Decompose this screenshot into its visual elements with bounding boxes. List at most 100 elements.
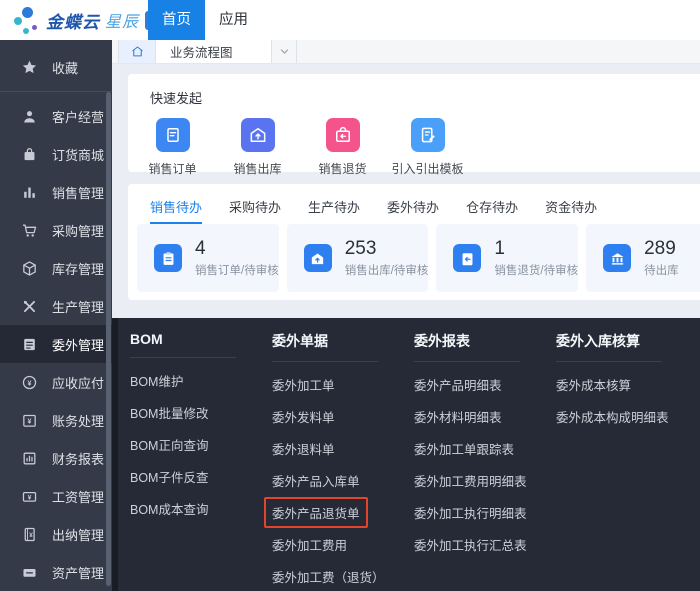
flyout-menu-item[interactable]: 委外产品退货单: [272, 496, 414, 528]
flyout-menu-item[interactable]: 委外材料明细表: [414, 400, 556, 432]
flyout-menu-item[interactable]: 委外加工费用明细表: [414, 464, 556, 496]
tab-business-flow[interactable]: 业务流程图: [156, 40, 272, 63]
todo-tab[interactable]: 仓存待办: [466, 197, 518, 224]
sidebar-scrollbar[interactable]: [106, 92, 111, 586]
sidebar-item[interactable]: ¥ 出纳管理: [0, 515, 112, 553]
sidebar-item[interactable]: 订货商城: [0, 135, 112, 173]
sidebar-divider: [0, 91, 112, 92]
nav-tab-apps[interactable]: 应用: [205, 0, 262, 40]
todo-card-value: 289: [644, 239, 679, 258]
todo-card-text: 1 销售退货/待审核: [494, 239, 578, 278]
tools-icon: [21, 298, 38, 315]
sidebar-item-label: 工资管理: [52, 487, 104, 506]
sidebar-item-label: 出纳管理: [52, 525, 104, 544]
flyout-column-divider: [414, 361, 520, 362]
todo-card[interactable]: 1 销售退货/待审核: [436, 224, 578, 292]
sidebar-item[interactable]: 财务报表: [0, 439, 112, 477]
sidebar-item[interactable]: 库存管理: [0, 249, 112, 287]
yen-circle-icon: ¥: [21, 374, 38, 391]
todo-card-value: 1: [494, 239, 578, 258]
outsource-flyout-menu: BOM BOM维护BOM批量修改BOM正向查询BOM子件反查BOM成本查询委外单…: [112, 318, 700, 591]
flyout-menu-item[interactable]: 委外加工执行明细表: [414, 496, 556, 528]
todo-tab[interactable]: 采购待办: [229, 197, 281, 224]
flyout-menu-item[interactable]: BOM维护: [130, 364, 272, 396]
quick-launch-item[interactable]: 引入引出模板: [385, 118, 470, 177]
sidebar-item[interactable]: 采购管理: [0, 211, 112, 249]
sidebar-item-label: 收藏: [52, 58, 78, 77]
todo-card[interactable]: 253销售出库/待审核: [287, 224, 429, 292]
sidebar-item-label: 采购管理: [52, 221, 104, 240]
sidebar-item-label: 生产管理: [52, 297, 104, 316]
quick-launch-panel: 快速发起 销售订单销售出库销售退货引入引出模板: [128, 74, 700, 172]
quick-launch-label: 引入引出模板: [391, 160, 463, 177]
todo-card[interactable]: 289待出库: [586, 224, 700, 292]
sidebar-item[interactable]: ¥ 工资管理: [0, 477, 112, 515]
flyout-column-divider: [130, 357, 236, 358]
flyout-column: 委外单据 委外加工单委外发料单委外退料单委外产品入库单委外产品退货单委外加工费用…: [272, 331, 414, 591]
sidebar-item[interactable]: 委外管理: [0, 325, 112, 363]
home-button[interactable]: [118, 40, 156, 63]
sidebar-menu: 客户经营订货商城销售管理采购管理库存管理生产管理委外管理 ¥ 应收应付 ¥账务处理财务…: [0, 97, 112, 591]
flyout-menu-item[interactable]: 委外成本核算: [556, 368, 698, 400]
sidebar-item-label: 应收应付: [52, 373, 104, 392]
sidebar-item[interactable]: 客户经营: [0, 97, 112, 135]
flyout-menu-item[interactable]: 委外加工费（退货）: [272, 560, 414, 591]
nav-tab-home[interactable]: 首页: [148, 0, 205, 40]
flyout-menu-item[interactable]: 委外加工单: [272, 368, 414, 400]
flyout-column-title: BOM: [130, 331, 272, 347]
todo-card-value: 4: [195, 239, 279, 258]
svg-text:¥: ¥: [28, 379, 32, 387]
building-icon: [603, 244, 631, 272]
todo-tab[interactable]: 销售待办: [150, 197, 202, 224]
todo-tab[interactable]: 委外待办: [387, 197, 439, 224]
flyout-menu-item[interactable]: 委外加工单跟踪表: [414, 432, 556, 464]
flyout-column-list: BOM维护BOM批量修改BOM正向查询BOM子件反查BOM成本查询: [130, 364, 272, 524]
quick-launch-item[interactable]: 销售退货: [300, 118, 385, 177]
flyout-menu-item[interactable]: BOM批量修改: [130, 396, 272, 428]
sidebar-item[interactable]: 资产管理: [0, 553, 112, 591]
sidebar-item-label: 订货商城: [52, 145, 104, 164]
todo-panel: 销售待办采购待办生产待办委外待办仓存待办资金待办 4 销售订单/待审核 253销售…: [128, 184, 700, 300]
home-icon: [130, 44, 145, 59]
flyout-menu-item[interactable]: BOM子件反查: [130, 460, 272, 492]
outsource-doc-icon: [21, 336, 38, 353]
svg-text:¥: ¥: [29, 531, 33, 538]
todo-card[interactable]: 4 销售订单/待审核: [137, 224, 279, 292]
nav-tabs: 首页应用: [148, 0, 262, 40]
sidebar-item[interactable]: 生产管理: [0, 287, 112, 325]
todo-tab[interactable]: 资金待办: [545, 197, 597, 224]
quick-launch-item[interactable]: 销售出库: [215, 118, 300, 177]
todo-tab[interactable]: 生产待办: [308, 197, 360, 224]
flyout-menu-item[interactable]: BOM成本查询: [130, 492, 272, 524]
todo-card-label: 销售订单/待审核: [195, 262, 279, 278]
flyout-column-title: 委外单据: [272, 331, 414, 351]
sidebar-item-label: 销售管理: [52, 183, 104, 202]
house-up-icon: [304, 244, 332, 272]
sidebar-item-label: 库存管理: [52, 259, 104, 278]
bar-chart-icon: [21, 184, 38, 201]
chevron-down-icon: [277, 44, 292, 59]
quick-launch-label: 销售出库: [233, 160, 281, 177]
flyout-column-divider: [556, 361, 662, 362]
flyout-menu-item[interactable]: 委外成本构成明细表: [556, 400, 698, 432]
flyout-menu-item[interactable]: 委外加工执行汇总表: [414, 528, 556, 560]
flyout-menu-item[interactable]: 委外产品明细表: [414, 368, 556, 400]
flyout-menu-item[interactable]: 委外产品入库单: [272, 464, 414, 496]
flyout-menu-item[interactable]: 委外退料单: [272, 432, 414, 464]
flyout-menu-item[interactable]: 委外发料单: [272, 400, 414, 432]
quick-launch-row: 销售订单销售出库 销售退货引入引出模板: [128, 118, 700, 177]
sidebar-item[interactable]: ¥ 应收应付: [0, 363, 112, 401]
sidebar-item[interactable]: 销售管理: [0, 173, 112, 211]
sidebar-item[interactable]: ¥账务处理: [0, 401, 112, 439]
flyout-menu-item[interactable]: BOM正向查询: [130, 428, 272, 460]
tab-dropdown-button[interactable]: [272, 40, 297, 63]
todo-cards: 4 销售订单/待审核 253销售出库/待审核 1 销售退货/待审核 289待出库: [137, 224, 700, 292]
salary-icon: ¥: [21, 488, 38, 505]
todo-card-text: 4 销售订单/待审核: [195, 239, 279, 278]
todo-card-label: 销售退货/待审核: [494, 262, 578, 278]
cart-icon: [21, 222, 38, 239]
flyout-menu-item[interactable]: 委外加工费用: [272, 528, 414, 560]
quick-launch-item[interactable]: 销售订单: [130, 118, 215, 177]
sidebar-item-favorites[interactable]: 收藏: [0, 48, 112, 86]
flyout-column-title: 委外报表: [414, 331, 556, 351]
